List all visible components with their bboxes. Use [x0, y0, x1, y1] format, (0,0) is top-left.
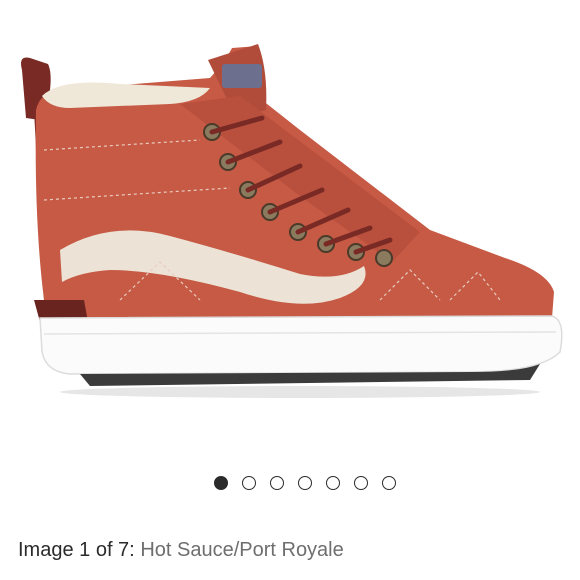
- color-name: Hot Sauce/Port Royale: [140, 539, 344, 561]
- pagination-dot-4[interactable]: [298, 476, 312, 490]
- pagination-dot-6[interactable]: [354, 476, 368, 490]
- product-gallery: Image 1 of 7: Hot Sauce/Port Royale: [0, 0, 580, 580]
- shoe-product-image[interactable]: [0, 0, 580, 440]
- image-caption: Image 1 of 7: Hot Sauce/Port Royale: [18, 538, 344, 562]
- pagination-dot-5[interactable]: [326, 476, 340, 490]
- pagination-dot-3[interactable]: [270, 476, 284, 490]
- image-pagination-dots: [0, 472, 580, 494]
- image-counter: Image 1 of 7:: [18, 539, 135, 561]
- pagination-dot-2[interactable]: [242, 476, 256, 490]
- pagination-dot-7[interactable]: [382, 476, 396, 490]
- pagination-dot-1[interactable]: [214, 476, 228, 490]
